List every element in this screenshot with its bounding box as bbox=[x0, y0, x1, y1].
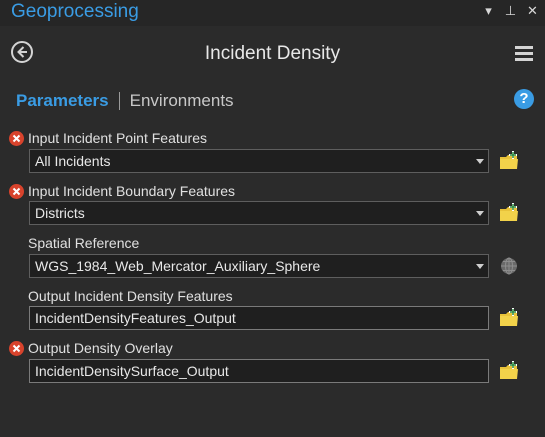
param-label-output-incident-density: Output Incident Density Features bbox=[28, 288, 233, 304]
browse-output-incident-density-button[interactable] bbox=[498, 307, 520, 329]
select-coordinate-system-button[interactable] bbox=[499, 256, 519, 276]
folder-add-icon bbox=[500, 308, 518, 326]
param-label-input-incident-points: Input Incident Point Features bbox=[28, 130, 207, 146]
spatial-reference-dropdown[interactable]: WGS_1984_Web_Mercator_Auxiliary_Sphere bbox=[29, 254, 489, 278]
error-icon bbox=[9, 131, 24, 146]
chevron-down-icon bbox=[476, 159, 484, 164]
tool-title: Incident Density bbox=[204, 43, 341, 64]
spatial-reference-value: WGS_1984_Web_Mercator_Auxiliary_Sphere bbox=[35, 258, 321, 274]
output-incident-density-value: IncidentDensityFeatures_Output bbox=[35, 310, 236, 326]
pane-title: Geoprocessing bbox=[11, 1, 139, 22]
output-incident-density-input[interactable]: IncidentDensityFeatures_Output bbox=[29, 306, 489, 330]
tool-header: Incident Density bbox=[0, 26, 545, 82]
chevron-down-icon bbox=[476, 264, 484, 269]
browse-output-density-overlay-button[interactable] bbox=[498, 360, 520, 382]
pane-options-icon[interactable]: ▾ bbox=[482, 3, 495, 19]
folder-add-icon bbox=[500, 203, 518, 221]
param-label-input-incident-boundary: Input Incident Boundary Features bbox=[28, 183, 236, 199]
input-incident-boundary-dropdown[interactable]: Districts bbox=[29, 201, 489, 225]
chevron-down-icon bbox=[476, 211, 484, 216]
output-density-overlay-input[interactable]: IncidentDensitySurface_Output bbox=[29, 359, 489, 383]
error-icon bbox=[9, 341, 24, 356]
tab-parameters[interactable]: Parameters bbox=[16, 91, 109, 111]
help-button[interactable]: ? bbox=[514, 89, 534, 109]
tool-menu-button[interactable] bbox=[515, 46, 533, 62]
close-icon[interactable]: ✕ bbox=[526, 3, 539, 19]
error-icon bbox=[9, 184, 24, 199]
hamburger-icon bbox=[515, 46, 533, 49]
pane-header: Geoprocessing ▾ ⊥ ✕ bbox=[0, 0, 545, 26]
folder-add-icon bbox=[500, 361, 518, 379]
input-incident-points-value: All Incidents bbox=[35, 153, 111, 169]
pin-icon[interactable]: ⊥ bbox=[504, 3, 517, 19]
tab-environments[interactable]: Environments bbox=[130, 91, 234, 111]
globe-icon bbox=[501, 257, 517, 275]
tab-divider bbox=[118, 92, 120, 110]
browse-input-incident-points-button[interactable] bbox=[498, 150, 520, 172]
browse-input-incident-boundary-button[interactable] bbox=[498, 202, 520, 224]
input-incident-points-dropdown[interactable]: All Incidents bbox=[29, 149, 489, 173]
param-label-output-density-overlay: Output Density Overlay bbox=[28, 340, 173, 356]
pane-controls: ▾ ⊥ ✕ bbox=[482, 3, 539, 19]
output-density-overlay-value: IncidentDensitySurface_Output bbox=[35, 363, 229, 379]
folder-add-icon bbox=[500, 151, 518, 169]
param-label-spatial-reference: Spatial Reference bbox=[28, 235, 140, 251]
tool-tabs: Parameters Environments bbox=[16, 90, 234, 112]
input-incident-boundary-value: Districts bbox=[35, 205, 85, 221]
